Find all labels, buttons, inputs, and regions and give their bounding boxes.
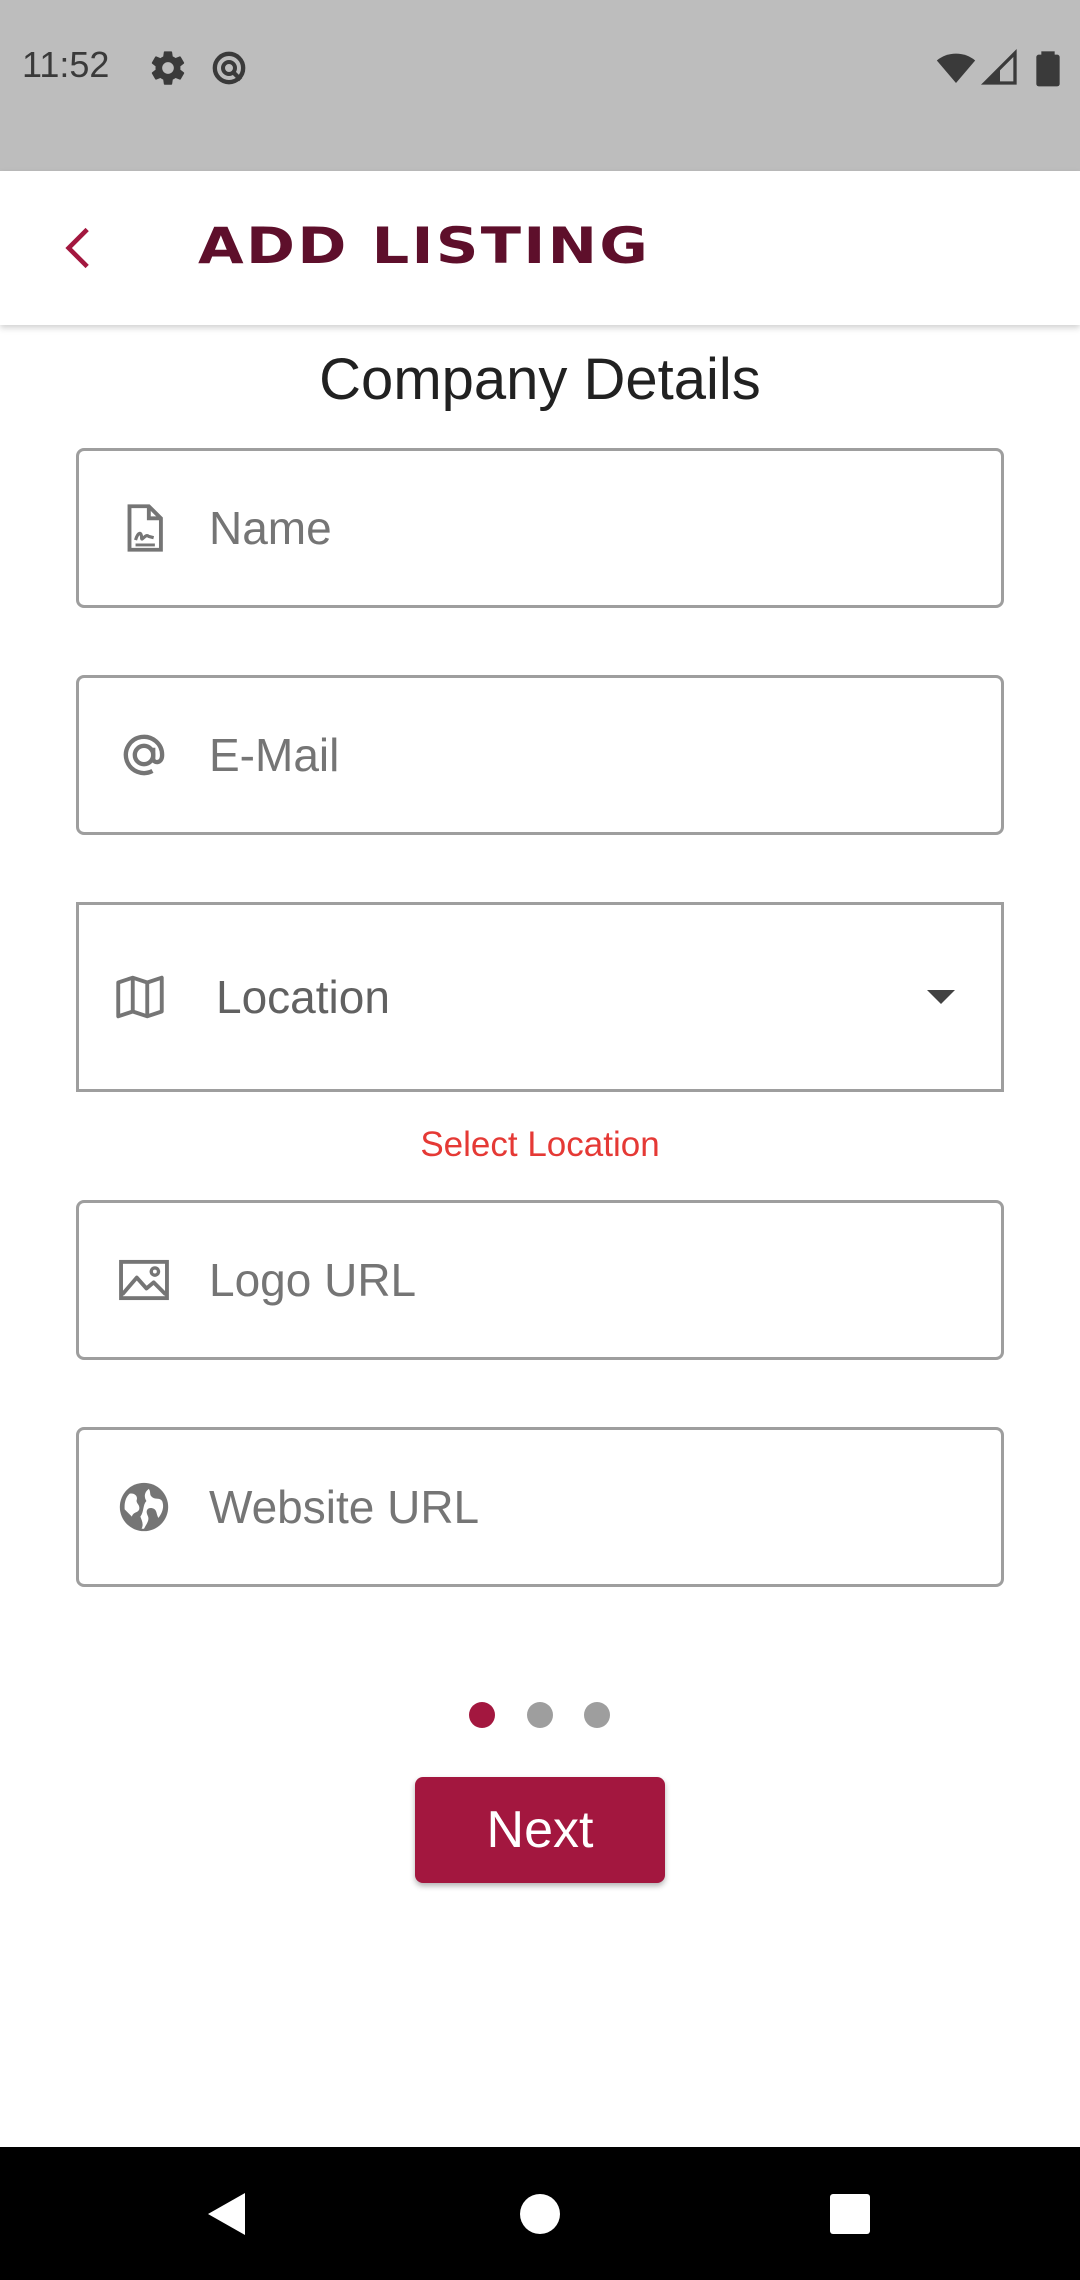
image-icon bbox=[115, 1251, 173, 1309]
step-dot-active bbox=[469, 1702, 495, 1728]
globe-icon bbox=[115, 1478, 173, 1536]
chevron-left-icon bbox=[65, 227, 89, 269]
data-saver-icon bbox=[209, 48, 249, 88]
back-button[interactable] bbox=[44, 211, 118, 285]
signal-icon bbox=[980, 48, 1020, 88]
website-url-field[interactable] bbox=[76, 1427, 1004, 1587]
page-title: ADD LISTING bbox=[198, 217, 651, 275]
name-input[interactable] bbox=[209, 451, 969, 605]
status-bar: 11:52 bbox=[0, 0, 1080, 171]
recents-square-icon[interactable] bbox=[815, 2179, 885, 2249]
step-dot bbox=[584, 1702, 610, 1728]
back-triangle-icon[interactable] bbox=[190, 2179, 260, 2249]
step-indicator bbox=[0, 1700, 1080, 1730]
website-url-input[interactable] bbox=[209, 1430, 969, 1584]
system-navigation-bar bbox=[0, 2147, 1080, 2280]
at-sign-icon bbox=[115, 726, 173, 784]
document-signature-icon bbox=[115, 499, 173, 557]
location-error-text: Select Location bbox=[420, 1125, 660, 1164]
location-selected-value: Location bbox=[216, 971, 390, 1023]
step-dot bbox=[527, 1702, 553, 1728]
logo-url-input[interactable] bbox=[209, 1203, 969, 1357]
wifi-icon bbox=[936, 48, 976, 88]
battery-icon bbox=[1028, 48, 1068, 88]
name-field[interactable] bbox=[76, 448, 1004, 608]
home-circle-icon[interactable] bbox=[505, 2179, 575, 2249]
add-listing-screen: 11:52 ADD LISTING Company Details Name E… bbox=[0, 0, 1080, 2280]
dropdown-arrow-icon bbox=[923, 987, 959, 1007]
next-button[interactable]: Next bbox=[415, 1777, 665, 1883]
email-field[interactable] bbox=[76, 675, 1004, 835]
app-bar: ADD LISTING bbox=[0, 171, 1080, 325]
settings-icon bbox=[148, 48, 188, 88]
location-dropdown[interactable]: Location bbox=[76, 902, 1004, 1092]
logo-url-field[interactable] bbox=[76, 1200, 1004, 1360]
status-time: 11:52 bbox=[22, 44, 110, 85]
section-title: Company Details bbox=[319, 347, 761, 412]
email-input[interactable] bbox=[209, 678, 969, 832]
map-icon bbox=[111, 968, 169, 1026]
